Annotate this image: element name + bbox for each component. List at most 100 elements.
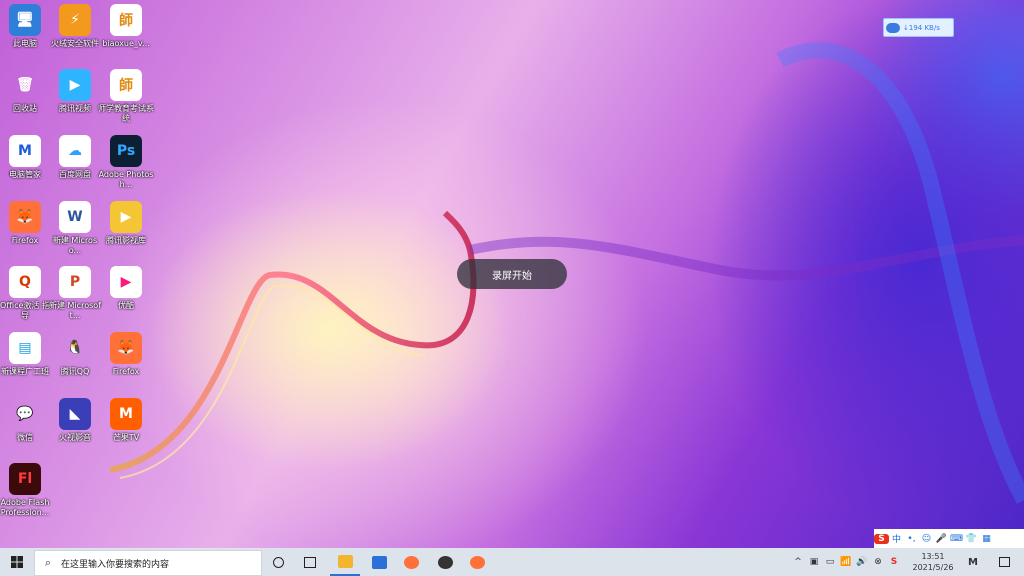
tray-overflow: ^ ▣ ▭ 📶 🔊 ⊗ S	[788, 548, 904, 576]
app-icon: 師	[110, 4, 142, 36]
app-icon: ⚡	[59, 4, 91, 36]
app-icon: 💬	[16, 406, 34, 422]
desktop-icon-label: 师学教育考试系统	[98, 104, 154, 123]
desktop-icon[interactable]: P 新建 Microsoft...	[47, 266, 103, 321]
taskbar-app-mail[interactable]	[364, 548, 394, 576]
desktop-icon-label: 腾讯QQ	[60, 367, 90, 376]
desktop-icon-label: 优酷	[118, 301, 134, 310]
notification-icon	[998, 557, 1010, 567]
desktop-icon[interactable]: Ps Adobe Photosh...	[98, 135, 154, 190]
desktop-icon-label: 火绒安全软件	[51, 39, 99, 48]
app-icon: W	[59, 201, 91, 233]
desktop-icon-label: Firefox	[11, 236, 39, 245]
app-icon: ▶	[110, 201, 142, 233]
ime-item[interactable]: ⌨	[949, 534, 964, 544]
desktop-icon-label: biaoxue_v...	[102, 39, 150, 48]
desktop-icon-label: Adobe Flash Profession...	[0, 498, 50, 517]
desktop-icon[interactable]: ▶ 腾讯影视库	[98, 201, 154, 246]
desktop-icon[interactable]: M 芒果TV	[98, 398, 154, 443]
taskbar-app-firefox-2[interactable]	[462, 548, 492, 576]
app-icon: 🗑	[16, 77, 34, 93]
desktop-icon[interactable]: W 新建 Microso...	[47, 201, 103, 256]
app-icon: 🐧	[66, 340, 84, 356]
desktop-icon-label: Firefox	[112, 367, 140, 376]
ime-item[interactable]: S	[874, 533, 889, 544]
desktop-icon[interactable]: 💬 微信	[0, 398, 53, 443]
desktop-icon[interactable]: ◣ 火视影音	[47, 398, 103, 443]
app-icon: P	[59, 266, 91, 298]
desktop-icon[interactable]: ⚡ 火绒安全软件	[47, 4, 103, 49]
tray-icon[interactable]: ▣	[806, 557, 822, 567]
desktop-icon[interactable]: 🖥 此电脑	[0, 4, 53, 49]
tray-icon[interactable]: ^	[790, 557, 806, 567]
desktop-icon[interactable]: 🗑 回收站	[0, 69, 53, 114]
cortana-button[interactable]	[266, 548, 290, 576]
app-icon: ◣	[59, 398, 91, 430]
desktop-icon-label: Adobe Photosh...	[98, 170, 154, 189]
app-icon: ▤	[9, 332, 41, 364]
app-icon: 師	[110, 69, 142, 101]
taskbar-app-media[interactable]	[430, 548, 460, 576]
ime-item[interactable]: ☺	[919, 534, 934, 544]
app-icon: Fl	[9, 463, 41, 495]
desktop-icon[interactable]: 師 biaoxue_v...	[98, 4, 154, 49]
app-icon: 🖥	[9, 4, 41, 36]
desktop-icon-label: 火视影音	[59, 433, 91, 442]
tray-icon[interactable]: ⊗	[870, 557, 886, 567]
tray-ime-indicator[interactable]: M	[962, 548, 984, 576]
desktop-icon-label: 新课程广工班	[1, 367, 49, 376]
app-icon: M	[9, 135, 41, 167]
desktop-icon[interactable]: Fl Adobe Flash Profession...	[0, 463, 53, 518]
mail-icon	[371, 555, 387, 569]
desktop-icon[interactable]: Q Office激活 指导	[0, 266, 53, 321]
media-icon	[437, 555, 453, 569]
search-icon: ⌕	[44, 556, 52, 569]
tray-icon[interactable]: 🔊	[854, 557, 870, 567]
ime-item[interactable]: 🎤	[934, 534, 949, 544]
app-icon: ▶	[59, 69, 91, 101]
ime-toolbar[interactable]: S 中 •, ☺ 🎤 ⌨ 👕 ▦	[874, 529, 1024, 548]
desktop-icon[interactable]: ▤ 新课程广工班	[0, 332, 53, 377]
desktop-icon[interactable]: 🐧 腾讯QQ	[47, 332, 103, 377]
ime-item[interactable]: 中	[889, 532, 904, 545]
desktop-icon[interactable]: ▶ 腾讯视频	[47, 69, 103, 114]
ime-item[interactable]: 👕	[964, 534, 979, 544]
start-button[interactable]	[0, 548, 34, 576]
firefox-2-icon	[469, 555, 485, 569]
desktop-icon[interactable]: 🦊 Firefox	[98, 332, 154, 377]
desktop-icon-label: 回收站	[13, 104, 37, 113]
desktop-icon[interactable]: M 电脑管家	[0, 135, 53, 180]
desktop-icon[interactable]: 🦊 Firefox	[0, 201, 53, 246]
desktop-icon[interactable]: 師师学教育考试系统	[98, 69, 154, 124]
clock-time: 13:51	[921, 552, 945, 561]
tray-icon[interactable]: 📶	[838, 557, 854, 567]
desktop-icon[interactable]: ☁ 百度网盘	[47, 135, 103, 180]
firefox-icon	[403, 555, 419, 569]
ime-item[interactable]: •,	[904, 534, 919, 544]
clock[interactable]: 13:51 2021/5/26	[906, 548, 960, 576]
notification-button[interactable]	[992, 548, 1016, 576]
desktop-icon-label: Office激活 指导	[0, 301, 50, 320]
cloud-icon	[886, 22, 900, 33]
windows-icon	[11, 556, 23, 568]
search-placeholder: 在这里输入你要搜索的内容	[61, 559, 170, 570]
tray-icon[interactable]: S	[886, 557, 902, 567]
tray-icon[interactable]: ▭	[822, 557, 838, 567]
taskbar-app-firefox[interactable]	[396, 548, 426, 576]
task-view-button[interactable]	[298, 548, 322, 576]
desktop: 🖥 此电脑 ⚡ 火绒安全软件師 biaoxue_v... 🗑 回收站 ▶ 腾讯视频師师学教育考试…	[0, 0, 1024, 548]
app-icon: ☁	[59, 135, 91, 167]
desktop-icon-label: 此电脑	[13, 39, 37, 48]
ime-item[interactable]: ▦	[979, 534, 994, 544]
app-icon: 🦊	[110, 332, 142, 364]
net-speed-widget[interactable]: ↓194 KB/s	[883, 18, 954, 37]
taskbar-search-box[interactable]: ⌕ 在这里输入你要搜索的内容	[34, 550, 262, 576]
desktop-icon[interactable]: ▶ 优酷	[98, 266, 154, 311]
desktop-icon-label: 腾讯视频	[59, 104, 91, 113]
desktop-icon-label: 腾讯影视库	[106, 236, 146, 245]
clock-date: 2021/5/26	[912, 563, 954, 572]
recording-toast: 录屏开始	[457, 259, 567, 289]
desktop-icon-label: 百度网盘	[59, 170, 91, 179]
taskbar-app-file-explorer[interactable]	[330, 548, 360, 576]
desktop-icon-label: 芒果TV	[112, 433, 140, 442]
